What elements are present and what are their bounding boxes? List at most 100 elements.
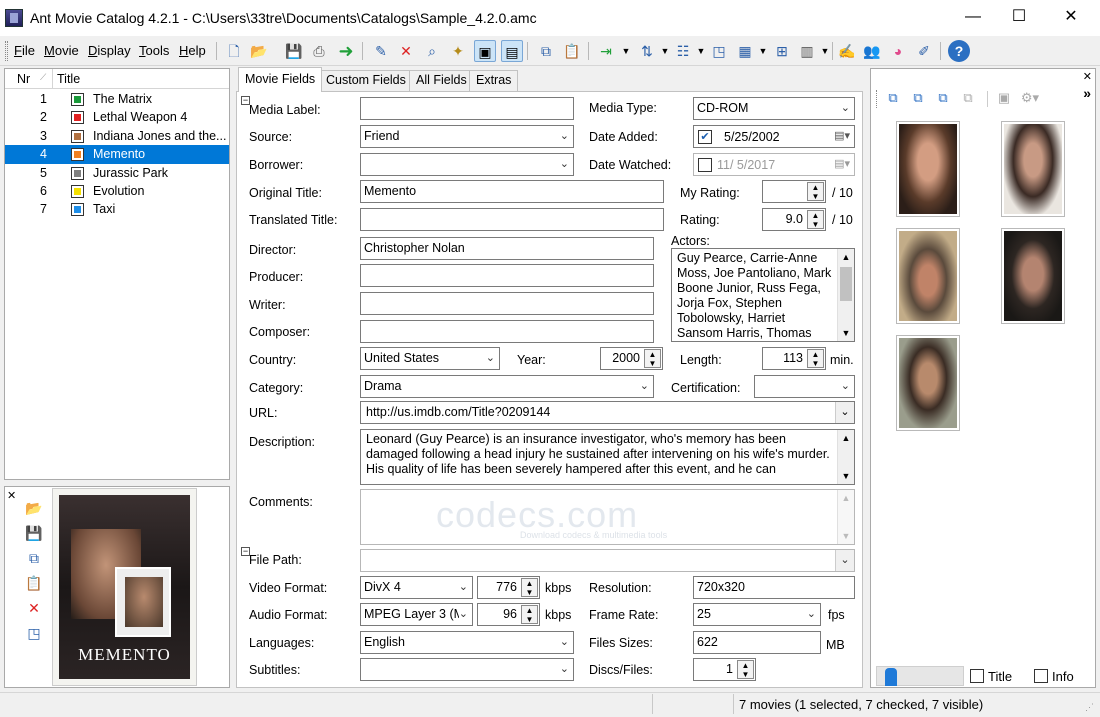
zoom-slider-thumb[interactable] [885,668,898,686]
actors-textarea[interactable]: Guy Pearce, Carrie-Anne Moss, Joe Pantol… [671,248,855,342]
new-file-icon[interactable]: 🗋 [223,40,245,62]
director-input[interactable]: Christopher Nolan [360,237,654,260]
column-divider[interactable] [52,69,53,89]
calendar-icon[interactable]: ▤▾ [834,129,850,142]
edit-icon[interactable]: ✍ [836,40,858,62]
list-item-checkbox[interactable] [71,203,84,217]
list-item-checkbox[interactable] [71,166,84,180]
certification-select[interactable]: ⌄ [754,375,855,398]
open-folder-icon[interactable]: 📂 [248,40,270,62]
save-icon[interactable]: 💾 [283,40,305,62]
save-picture-icon[interactable]: ▣ [994,88,1014,108]
my-rating-spinner[interactable]: ▲ ▼ [762,180,826,203]
date-added-checkbox[interactable]: ✔ [698,130,712,144]
maximize-button[interactable]: ☐ [996,0,1042,34]
list-item[interactable]: 6 Evolution [5,182,229,201]
menu-tools[interactable]: Tools [139,43,169,58]
tab-custom-fields[interactable]: Custom Fields [319,70,413,92]
date-watched-checkbox[interactable] [698,158,712,172]
discs-spinner[interactable]: 1 ▲ ▼ [693,658,756,681]
chevron-down-icon[interactable]: ⌄ [835,550,854,571]
tab-movie-fields[interactable]: Movie Fields [238,67,323,92]
media-label-input[interactable] [360,97,574,120]
column-title-header[interactable]: Title [57,72,80,86]
menu-movie[interactable]: Movie [44,43,79,58]
list-item-checkbox[interactable] [71,111,84,125]
add-picture-icon[interactable]: ⧉ [883,88,903,108]
spin-updown-icon[interactable]: ▲ ▼ [521,605,538,624]
title-checkbox[interactable] [970,669,984,683]
scroll-down-icon[interactable]: ▼ [838,325,854,341]
video-format-select[interactable]: DivX 4 ⌄ [360,576,473,599]
picture-view-icon[interactable]: ▣ [474,40,496,62]
people-icon[interactable]: 👥 [861,40,883,62]
print-icon[interactable]: ⎙ [308,40,330,62]
video-bitrate-spinner[interactable]: 776 ▲ ▼ [477,576,540,599]
spin-updown-icon[interactable]: ▲ ▼ [737,660,754,679]
scroll-up-icon[interactable]: ▲ [838,490,854,506]
edit-picture-icon[interactable]: ⧉ [933,88,953,108]
calendar-icon[interactable]: ▤▾ [834,157,850,170]
producer-input[interactable] [360,264,654,287]
column-nr-header[interactable]: Nr [17,72,30,86]
expand-icon[interactable]: » [1083,85,1091,101]
list-item[interactable]: 5 Jurassic Park [5,164,229,183]
help-icon[interactable]: ? [948,40,970,62]
chevron-down-icon[interactable]: ⌄ [835,402,854,423]
translated-title-input[interactable] [360,208,664,231]
comments-scrollbar[interactable]: ▲ ▼ [837,490,854,544]
resolution-input[interactable]: 720x320 [693,576,855,599]
list-item-checkbox[interactable] [71,129,84,143]
resize-grip-icon[interactable]: ⋰ [1085,702,1094,713]
import-dropdown-icon[interactable]: ▼ [615,40,637,62]
window-icon[interactable]: ◳ [24,623,44,643]
remove-picture-icon[interactable]: ⧉ [958,88,978,108]
magic-wand-icon[interactable]: ✦ [447,40,469,62]
borrower-select[interactable]: ⌄ [360,153,574,176]
script-icon[interactable]: ✐ [913,40,935,62]
close-icon[interactable]: ✕ [7,489,16,502]
rating-spinner[interactable]: 9.0 ▲ ▼ [762,208,826,231]
menu-help[interactable]: Help [179,43,206,58]
delete-icon[interactable]: ✕ [395,40,417,62]
copy-icon[interactable]: ⧉ [24,548,44,568]
category-select[interactable]: Drama ⌄ [360,375,654,398]
list-item-checkbox[interactable] [71,93,84,106]
list-item-checkbox[interactable] [71,185,84,198]
toolbar-grip[interactable] [5,41,8,61]
actor-photo-1[interactable] [896,121,960,217]
copy-icon[interactable]: ⧉ [535,40,557,62]
url-select[interactable]: http://us.imdb.com/Title?0209144 ⌄ [360,401,855,424]
actor-photo-3[interactable] [896,228,960,324]
composer-input[interactable] [360,320,654,343]
languages-select[interactable]: English ⌄ [360,631,574,654]
actors-scrollbar[interactable]: ▲ ▼ [837,249,854,341]
comments-textarea[interactable]: ▲ ▼ [360,489,855,545]
paste-icon[interactable]: 📋 [561,40,583,62]
window-icon[interactable]: ◳ [708,40,730,62]
file-path-select[interactable]: ⌄ [360,549,855,572]
scroll-down-icon[interactable]: ▼ [838,468,854,484]
add-picture-link-icon[interactable]: ⧉ [908,88,928,108]
copy-view-icon[interactable]: ▤ [501,40,523,62]
search-icon[interactable]: ⌕ [421,40,443,62]
spin-updown-icon[interactable]: ▲ ▼ [521,578,538,597]
audio-format-select[interactable]: MPEG Layer 3 (M ⌄ [360,603,473,626]
frame-rate-select[interactable]: 25 ⌄ [693,603,821,626]
length-spinner[interactable]: 113 ▲ ▼ [762,347,826,370]
audio-bitrate-spinner[interactable]: 96 ▲ ▼ [477,603,540,626]
paste-icon[interactable]: 📋 [24,573,44,593]
thumbnail-icon[interactable]: ⊞ [771,40,793,62]
actor-photo-2[interactable] [1001,121,1065,217]
list-item[interactable]: 7 Taxi [5,200,229,219]
tab-all-fields[interactable]: All Fields [409,70,474,92]
date-watched-picker[interactable]: 11/ 5/2017 ▤▾ [693,153,855,176]
next-arrow-icon[interactable]: ➜ [335,40,357,62]
list-item[interactable]: 1 The Matrix [5,90,229,109]
subtitles-select[interactable]: ⌄ [360,658,574,681]
spin-updown-icon[interactable]: ▲ ▼ [807,210,824,229]
menu-file[interactable]: File [14,43,35,58]
minimize-button[interactable]: — [950,0,996,34]
list-item[interactable]: 4 Memento [5,145,229,164]
description-textarea[interactable]: Leonard (Guy Pearce) is an insurance inv… [360,429,855,485]
